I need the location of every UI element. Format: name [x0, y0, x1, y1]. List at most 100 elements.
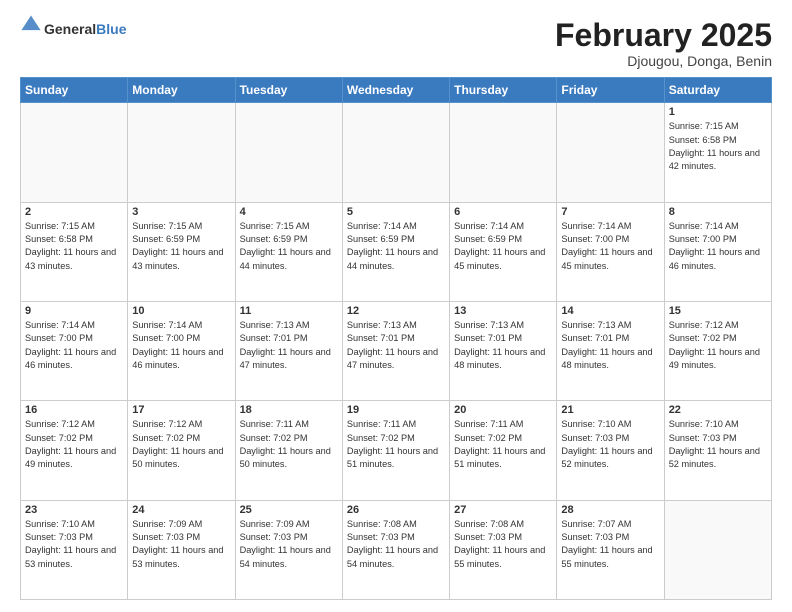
- calendar-table: Sunday Monday Tuesday Wednesday Thursday…: [20, 77, 772, 600]
- col-friday: Friday: [557, 78, 664, 103]
- day-number: 5: [347, 206, 445, 218]
- day-number: 8: [669, 206, 767, 218]
- day-number: 26: [347, 504, 445, 516]
- table-row: 6 Sunrise: 7:14 AMSunset: 6:59 PMDaylight…: [450, 202, 557, 301]
- day-number: 27: [454, 504, 552, 516]
- logo-icon: [20, 14, 42, 36]
- logo: GeneralBlue: [20, 18, 126, 41]
- table-row: 7Sunrise: 7:14 AMSunset: 7:00 PMDaylight…: [557, 202, 664, 301]
- table-row: 26 Sunrise: 7:08 AMSunset: 7:03 PMDayligh…: [342, 500, 449, 599]
- day-info: Sunrise: 7:09 AMSunset: 7:03 PMDaylight:…: [240, 518, 338, 571]
- logo-blue: Blue: [96, 21, 126, 37]
- table-row: 28 Sunrise: 7:07 AMSunset: 7:03 PMDayligh…: [557, 500, 664, 599]
- table-row: 4 Sunrise: 7:15 AMSunset: 6:59 PMDaylight…: [235, 202, 342, 301]
- table-row: 14 Sunrise: 7:13 AMSunset: 7:01 PMDayligh…: [557, 301, 664, 400]
- table-row: 23 Sunrise: 7:10 AMSunset: 7:03 PMDayligh…: [21, 500, 128, 599]
- day-number: 22: [669, 404, 767, 416]
- day-info: Sunrise: 7:14 AMSunset: 7:00 PMDaylight:…: [669, 220, 767, 273]
- col-tuesday: Tuesday: [235, 78, 342, 103]
- day-info: Sunrise: 7:13 AMSunset: 7:01 PMDaylight:…: [347, 319, 445, 372]
- table-row: [664, 500, 771, 599]
- table-row: 19Sunrise: 7:11 AMSunset: 7:02 PMDayligh…: [342, 401, 449, 500]
- day-info: Sunrise: 7:14 AMSunset: 6:59 PMDaylight:…: [454, 220, 552, 273]
- day-info: Sunrise: 7:13 AMSunset: 7:01 PMDaylight:…: [454, 319, 552, 372]
- table-row: 25 Sunrise: 7:09 AMSunset: 7:03 PMDayligh…: [235, 500, 342, 599]
- table-row: 27 Sunrise: 7:08 AMSunset: 7:03 PMDayligh…: [450, 500, 557, 599]
- col-thursday: Thursday: [450, 78, 557, 103]
- col-saturday: Saturday: [664, 78, 771, 103]
- table-row: [450, 103, 557, 202]
- table-row: 8 Sunrise: 7:14 AMSunset: 7:00 PMDaylight…: [664, 202, 771, 301]
- day-info: Sunrise: 7:08 AMSunset: 7:03 PMDaylight:…: [347, 518, 445, 571]
- table-row: 2 Sunrise: 7:15 AMSunset: 6:58 PMDaylight…: [21, 202, 128, 301]
- week-row-4: 16 Sunrise: 7:12 AMSunset: 7:02 PMDayligh…: [21, 401, 772, 500]
- day-info: Sunrise: 7:15 AMSunset: 6:59 PMDaylight:…: [240, 220, 338, 273]
- table-row: [128, 103, 235, 202]
- day-info: Sunrise: 7:11 AMSunset: 7:02 PMDaylight:…: [454, 418, 552, 471]
- day-number: 14: [561, 305, 659, 317]
- month-title: February 2025: [555, 18, 772, 53]
- title-block: February 2025 Djougou, Donga, Benin: [555, 18, 772, 69]
- day-info: Sunrise: 7:10 AMSunset: 7:03 PMDaylight:…: [25, 518, 123, 571]
- day-info: Sunrise: 7:14 AMSunset: 7:00 PMDaylight:…: [561, 220, 659, 273]
- table-row: [21, 103, 128, 202]
- week-row-3: 9 Sunrise: 7:14 AMSunset: 7:00 PMDaylight…: [21, 301, 772, 400]
- day-number: 2: [25, 206, 123, 218]
- week-row-5: 23 Sunrise: 7:10 AMSunset: 7:03 PMDayligh…: [21, 500, 772, 599]
- week-row-2: 2 Sunrise: 7:15 AMSunset: 6:58 PMDaylight…: [21, 202, 772, 301]
- day-info: Sunrise: 7:10 AMSunset: 7:03 PMDaylight:…: [669, 418, 767, 471]
- day-info: Sunrise: 7:08 AMSunset: 7:03 PMDaylight:…: [454, 518, 552, 571]
- table-row: 3Sunrise: 7:15 AMSunset: 6:59 PMDaylight…: [128, 202, 235, 301]
- day-number: 17: [132, 404, 230, 416]
- day-info: Sunrise: 7:14 AMSunset: 6:59 PMDaylight:…: [347, 220, 445, 273]
- col-wednesday: Wednesday: [342, 78, 449, 103]
- table-row: 20 Sunrise: 7:11 AMSunset: 7:02 PMDayligh…: [450, 401, 557, 500]
- table-row: 11 Sunrise: 7:13 AMSunset: 7:01 PMDayligh…: [235, 301, 342, 400]
- day-info: Sunrise: 7:15 AMSunset: 6:58 PMDaylight:…: [25, 220, 123, 273]
- day-number: 23: [25, 504, 123, 516]
- day-number: 13: [454, 305, 552, 317]
- day-number: 11: [240, 305, 338, 317]
- day-info: Sunrise: 7:14 AMSunset: 7:00 PMDaylight:…: [132, 319, 230, 372]
- day-number: 25: [240, 504, 338, 516]
- week-row-1: 1 Sunrise: 7:15 AMSunset: 6:58 PMDaylight…: [21, 103, 772, 202]
- day-number: 9: [25, 305, 123, 317]
- day-number: 4: [240, 206, 338, 218]
- table-row: 16 Sunrise: 7:12 AMSunset: 7:02 PMDayligh…: [21, 401, 128, 500]
- day-info: Sunrise: 7:12 AMSunset: 7:02 PMDaylight:…: [25, 418, 123, 471]
- header: GeneralBlue February 2025 Djougou, Donga…: [20, 18, 772, 69]
- day-info: Sunrise: 7:07 AMSunset: 7:03 PMDaylight:…: [561, 518, 659, 571]
- day-info: Sunrise: 7:14 AMSunset: 7:00 PMDaylight:…: [25, 319, 123, 372]
- col-sunday: Sunday: [21, 78, 128, 103]
- table-row: 13 Sunrise: 7:13 AMSunset: 7:01 PMDayligh…: [450, 301, 557, 400]
- day-number: 19: [347, 404, 445, 416]
- day-info: Sunrise: 7:12 AMSunset: 7:02 PMDaylight:…: [669, 319, 767, 372]
- table-row: 5 Sunrise: 7:14 AMSunset: 6:59 PMDaylight…: [342, 202, 449, 301]
- table-row: [235, 103, 342, 202]
- day-info: Sunrise: 7:11 AMSunset: 7:02 PMDaylight:…: [240, 418, 338, 471]
- day-number: 15: [669, 305, 767, 317]
- day-number: 6: [454, 206, 552, 218]
- table-row: 21Sunrise: 7:10 AMSunset: 7:03 PMDayligh…: [557, 401, 664, 500]
- day-info: Sunrise: 7:13 AMSunset: 7:01 PMDaylight:…: [561, 319, 659, 372]
- day-number: 24: [132, 504, 230, 516]
- col-monday: Monday: [128, 78, 235, 103]
- day-number: 16: [25, 404, 123, 416]
- day-info: Sunrise: 7:10 AMSunset: 7:03 PMDaylight:…: [561, 418, 659, 471]
- day-number: 1: [669, 106, 767, 118]
- day-info: Sunrise: 7:09 AMSunset: 7:03 PMDaylight:…: [132, 518, 230, 571]
- table-row: 9 Sunrise: 7:14 AMSunset: 7:00 PMDaylight…: [21, 301, 128, 400]
- table-row: 22 Sunrise: 7:10 AMSunset: 7:03 PMDayligh…: [664, 401, 771, 500]
- location: Djougou, Donga, Benin: [555, 53, 772, 69]
- table-row: [557, 103, 664, 202]
- day-info: Sunrise: 7:15 AMSunset: 6:58 PMDaylight:…: [669, 120, 767, 173]
- table-row: 10Sunrise: 7:14 AMSunset: 7:00 PMDayligh…: [128, 301, 235, 400]
- day-info: Sunrise: 7:15 AMSunset: 6:59 PMDaylight:…: [132, 220, 230, 273]
- day-info: Sunrise: 7:12 AMSunset: 7:02 PMDaylight:…: [132, 418, 230, 471]
- day-number: 20: [454, 404, 552, 416]
- logo-general: General: [44, 21, 96, 37]
- day-info: Sunrise: 7:13 AMSunset: 7:01 PMDaylight:…: [240, 319, 338, 372]
- table-row: 1 Sunrise: 7:15 AMSunset: 6:58 PMDaylight…: [664, 103, 771, 202]
- day-number: 28: [561, 504, 659, 516]
- day-number: 12: [347, 305, 445, 317]
